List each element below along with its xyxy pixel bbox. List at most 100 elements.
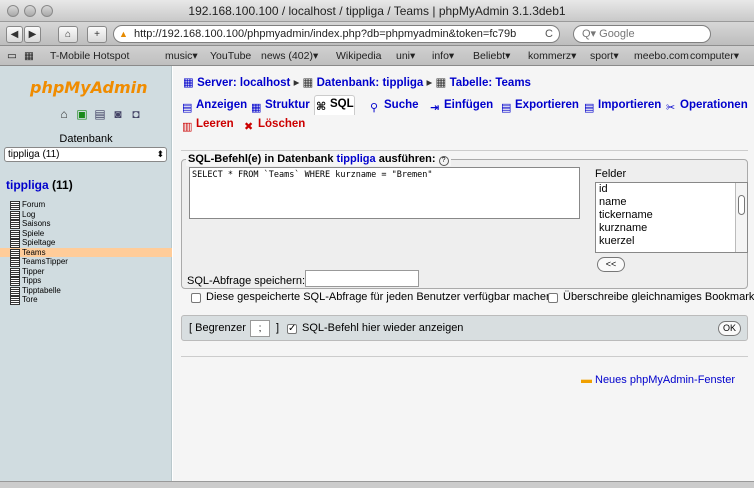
export-icon: ▤: [501, 102, 512, 114]
show-query-checkbox[interactable]: ✓: [287, 324, 297, 334]
help-icon[interactable]: ?: [438, 156, 449, 166]
breadcrumb-table[interactable]: Tabelle: Teams: [450, 77, 531, 89]
database-select[interactable]: tippliga (11) ⬍: [4, 147, 167, 162]
insert-field-button[interactable]: <<: [597, 257, 625, 272]
tab-loeschen[interactable]: ✖ Löschen: [243, 116, 305, 134]
structure-icon: ▦: [251, 102, 262, 114]
phpmyadmin-logo[interactable]: phpMyAdmin: [30, 78, 148, 97]
bookmark-kommerz[interactable]: kommerz▾: [528, 50, 576, 62]
tab-operationen[interactable]: ✂ Operationen: [665, 97, 748, 115]
search-field[interactable]: Q▾ Google: [573, 25, 711, 43]
bookmark-youtube[interactable]: YouTube: [210, 50, 251, 62]
tab-sql[interactable]: ⌘ SQL: [314, 95, 355, 115]
field-option[interactable]: tickername: [596, 209, 747, 222]
submit-bar: [ Begrenzer ; ] ✓ SQL-Befehl hier wieder…: [181, 315, 748, 341]
logout-icon[interactable]: ▣: [76, 108, 88, 120]
browse-icon: ▤: [182, 102, 193, 114]
delimiter-input[interactable]: ;: [250, 320, 270, 337]
table-list-item[interactable]: Saisons: [10, 219, 172, 229]
bookmark-computer[interactable]: computer▾: [690, 50, 739, 62]
share-bookmark-label: Diese gespeicherte SQL-Abfrage für jeden…: [206, 291, 553, 303]
bookmark-uni[interactable]: uni▾: [396, 50, 415, 62]
search-icon: ⚲: [370, 102, 379, 114]
tab-divider: [181, 150, 748, 151]
sql-fieldset: SQL-Befehl(e) in Datenbank tippliga ausf…: [181, 153, 748, 289]
breadcrumb-database[interactable]: Datenbank: tippliga: [317, 77, 424, 89]
home-button[interactable]: ⌂: [58, 26, 78, 43]
table-list-item[interactable]: Forum: [10, 200, 172, 210]
tab-importieren[interactable]: ▤ Importieren: [583, 97, 661, 115]
forward-button[interactable]: ▶: [24, 26, 41, 43]
select-arrow-icon: ⬍: [156, 149, 164, 159]
overwrite-bookmark-checkbox[interactable]: [548, 293, 558, 303]
tab-exportieren[interactable]: ▤ Exportieren: [500, 97, 579, 115]
bookmark-sport[interactable]: sport▾: [590, 50, 619, 62]
tab-anzeigen[interactable]: ▤ Anzeigen: [181, 97, 247, 115]
table-list-item[interactable]: Spieltage: [10, 238, 172, 248]
tab-struktur[interactable]: ▦ Struktur: [250, 97, 310, 115]
fields-label: Felder: [595, 168, 627, 180]
delimiter-close: ]: [276, 322, 280, 334]
ok-button[interactable]: OK: [718, 321, 741, 336]
breadcrumb-server[interactable]: Server: localhost: [197, 77, 290, 89]
table-list-item[interactable]: Tore: [10, 295, 172, 305]
tab-einfuegen[interactable]: ⇥ Einfügen: [429, 97, 493, 115]
table-list-item[interactable]: TeamsTipper: [10, 257, 172, 267]
reload-nav-icon[interactable]: ◘: [130, 108, 142, 120]
share-bookmark-checkbox[interactable]: [191, 293, 201, 303]
new-window-link[interactable]: ▬ Neues phpMyAdmin-Fenster: [581, 374, 735, 386]
breadcrumb-arrow-icon: ▸ ▦: [426, 77, 450, 89]
table-list: Forum Log Saisons Spiele Spieltage Teams Teams…: [0, 200, 172, 305]
fields-listbox[interactable]: id name tickername kurzname kuerzel: [595, 182, 748, 253]
scroll-thumb[interactable]: [738, 195, 745, 215]
table-list-item[interactable]: Tipps: [10, 276, 172, 286]
drop-table-icon: ✖: [244, 121, 254, 133]
bookmark-wikipedia[interactable]: Wikipedia: [336, 50, 382, 62]
table-list-item[interactable]: Spiele: [10, 229, 172, 238]
sql-icon: ⌘: [316, 101, 327, 113]
reload-icon[interactable]: C: [545, 26, 553, 42]
tab-suche[interactable]: ⚲ Suche: [369, 97, 419, 115]
table-list-item[interactable]: Teams: [0, 247, 172, 257]
import-icon: ▤: [584, 102, 595, 114]
database-select-value: tippliga (11): [8, 149, 60, 160]
bookmark-meebo[interactable]: meebo.com: [634, 50, 689, 62]
window-title: 192.168.100.100 / localhost / tippliga /…: [188, 4, 566, 18]
tab-leeren[interactable]: ▥ Leeren: [181, 116, 234, 134]
url-field[interactable]: ▲ http://192.168.100.100/phpmyadmin/inde…: [113, 25, 560, 43]
empty-table-icon: ▥: [182, 121, 193, 133]
book-icon[interactable]: ▭: [7, 50, 17, 62]
favicon-icon: ▲: [119, 29, 128, 39]
legend-db-link[interactable]: tippliga: [337, 153, 376, 165]
fields-scrollbar[interactable]: [735, 183, 747, 252]
add-bookmark-button[interactable]: +: [87, 26, 107, 43]
new-window-icon: ▬: [581, 374, 592, 386]
divider: [181, 356, 748, 357]
bookmark-news[interactable]: news (402)▾: [261, 50, 318, 62]
save-query-input[interactable]: [305, 270, 419, 287]
field-option[interactable]: kurzname: [596, 222, 747, 235]
table-list-item[interactable]: Tipper: [10, 267, 172, 276]
back-button[interactable]: ◀: [6, 26, 23, 43]
bookmark-music[interactable]: music▾: [165, 50, 198, 62]
grid-icon[interactable]: ▦: [24, 50, 34, 62]
show-query-label: SQL-Befehl hier wieder anzeigen: [302, 322, 464, 334]
bookmark-t-mobile[interactable]: T-Mobile Hotspot: [50, 50, 129, 62]
sql-query-textarea[interactable]: SELECT * FROM `Teams` WHERE kurzname = "…: [189, 167, 580, 219]
breadcrumb: ▦ Server: localhost ▸ ▦ Datenbank: tippl…: [183, 75, 531, 89]
field-option[interactable]: id: [596, 183, 747, 196]
table-list-item[interactable]: Tipptabelle: [10, 286, 172, 295]
browser-toolbar: ◀ ▶ ⌂ + ▲ http://192.168.100.100/phpmyad…: [0, 22, 754, 46]
sql-query-icon[interactable]: ▤: [94, 108, 106, 120]
database-name-link[interactable]: tippliga (11): [6, 178, 73, 192]
field-option[interactable]: name: [596, 196, 747, 209]
bookmark-info[interactable]: info▾: [432, 50, 454, 62]
help-icon[interactable]: ◙: [112, 108, 124, 120]
table-list-item[interactable]: Log: [10, 210, 172, 219]
navigation-frame: phpMyAdmin ⌂ ▣ ▤ ◙ ◘ Datenbank tippliga …: [0, 66, 172, 488]
title-bar: 192.168.100.100 / localhost / tippliga /…: [0, 0, 754, 22]
operations-icon: ✂: [666, 102, 676, 114]
field-option[interactable]: kuerzel: [596, 235, 747, 248]
bookmark-beliebt[interactable]: Beliebt▾: [473, 50, 510, 62]
home-icon[interactable]: ⌂: [58, 108, 70, 120]
